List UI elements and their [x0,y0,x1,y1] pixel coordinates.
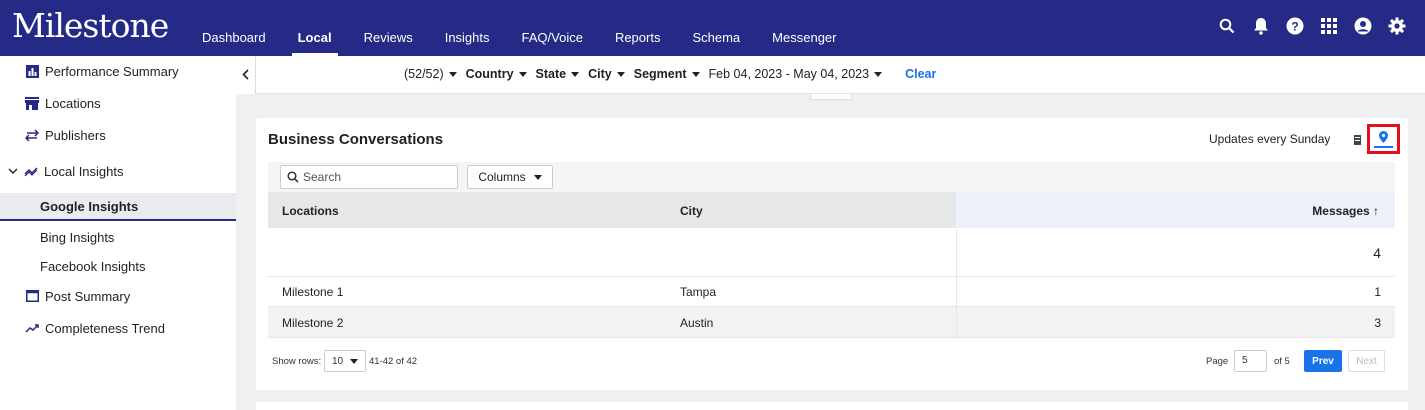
city-cell: Austin [680,316,714,330]
column-header-messages[interactable]: Messages ↑ [1312,204,1379,218]
update-frequency-note: Updates every Sunday [1209,132,1331,146]
sidebar-item-performance-summary[interactable]: Performance Summary [0,57,236,85]
table-toolbar: Search Columns [268,162,1395,192]
row-range: 41-42 of 42 [369,356,418,367]
sidebar-item-label: Post Summary [45,288,131,304]
columns-dropdown[interactable]: Columns [467,165,553,189]
nav-messenger[interactable]: Messenger [756,0,852,56]
location-cell: Milestone 1 [282,285,344,299]
segment-filter[interactable]: Segment [634,67,700,81]
search-input[interactable]: Search [280,165,458,189]
card-title: Business Conversations [268,131,444,148]
locations-filter[interactable]: (52/52) [404,67,457,81]
page-label: Page [1206,356,1229,367]
milestone-logo[interactable]: Milestone [12,6,169,45]
caret-down-icon [874,71,883,77]
sidebar-item-google-insights[interactable]: Google Insights [0,193,236,221]
column-header-locations[interactable]: Locations [282,204,339,218]
next-card [256,402,1408,410]
nav-reviews[interactable]: Reviews [348,0,429,56]
city-cell: Tampa [680,285,717,299]
nav-schema[interactable]: Schema [676,0,756,56]
top-icons: ? [1217,16,1407,36]
messages-cell: 1 [1374,285,1381,299]
messages-cell: 3 [1374,316,1381,330]
insights-trend-icon [24,166,38,177]
caret-down-icon [448,71,457,77]
sidebar-collapse-button[interactable] [236,56,256,94]
state-filter[interactable]: State [536,67,580,81]
caret-down-icon [533,174,542,180]
next-page-button[interactable]: Next [1348,350,1385,372]
sidebar-item-local-insights[interactable]: Local Insights [0,157,236,185]
filter-bar: (52/52) Country State City Segment Feb 0… [256,56,1425,94]
caret-down-icon [518,71,527,77]
page-total: of 5 [1274,356,1290,367]
column-header-city[interactable]: City [680,204,703,218]
store-icon [25,96,39,110]
table-total-row: 4 [268,228,1395,277]
caret-down-icon [571,71,580,77]
sidebar-item-label: Performance Summary [45,63,179,79]
map-view-button[interactable] [1367,124,1400,154]
show-rows-label: Show rows: [272,356,322,367]
filters: (52/52) Country State City Segment Feb 0… [404,67,936,81]
caret-down-icon [691,71,700,77]
sidebar-item-label: Publishers [45,127,106,143]
scroll-tab [810,94,852,100]
nav-local[interactable]: Local [282,0,348,56]
main-nav: Dashboard Local Reviews Insights FAQ/Voi… [186,0,852,56]
total-messages: 4 [1373,245,1381,261]
nav-reports[interactable]: Reports [599,0,677,56]
apps-grid-icon[interactable] [1319,16,1339,36]
bar-chart-icon [25,64,39,78]
map-pin-icon [1379,131,1388,143]
chevron-down-icon [8,168,18,175]
swap-arrows-icon [25,128,39,142]
sidebar-item-post-summary[interactable]: Post Summary [0,282,236,310]
settings-gear-icon[interactable] [1387,16,1407,36]
sidebar: Performance Summary Locations Publishers… [0,56,236,410]
table-row[interactable]: Milestone 1 Tampa 1 [268,277,1395,307]
nav-dashboard[interactable]: Dashboard [186,0,282,56]
caret-down-icon [616,71,625,77]
bell-icon[interactable] [1251,16,1271,36]
search-icon [287,171,299,183]
table-pagination: Show rows: 10 41-42 of 42 Page 5 of 5 Pr… [268,350,1395,376]
table-view-icon[interactable] [1354,132,1364,145]
sidebar-item-label: Completeness Trend [45,320,165,336]
sidebar-item-facebook-insights[interactable]: Facebook Insights [0,252,236,280]
view-toggle [1346,124,1406,154]
sidebar-item-label: Locations [45,95,101,111]
chevron-left-icon [242,67,249,83]
nav-insights[interactable]: Insights [429,0,506,56]
window-icon [25,289,39,303]
account-icon[interactable] [1353,16,1373,36]
sidebar-item-bing-insights[interactable]: Bing Insights [0,223,236,251]
table-row[interactable]: Milestone 2 Austin 3 [268,307,1395,338]
sidebar-item-locations[interactable]: Locations [0,89,236,117]
page-number-input[interactable]: 5 [1234,350,1267,372]
help-icon[interactable]: ? [1285,16,1305,36]
nav-faq-voice[interactable]: FAQ/Voice [506,0,599,56]
caret-down-icon [350,358,359,364]
business-conversations-card: Business Conversations Updates every Sun… [256,118,1408,390]
country-filter[interactable]: Country [466,67,527,81]
top-navigation-bar: Milestone Dashboard Local Reviews Insigh… [0,0,1425,56]
location-cell: Milestone 2 [282,316,344,330]
search-placeholder: Search [303,170,342,184]
sidebar-item-completeness-trend[interactable]: Completeness Trend [0,314,236,342]
city-filter[interactable]: City [588,67,625,81]
sidebar-item-label: Local Insights [44,163,124,179]
active-view-underline [1374,146,1393,148]
trending-up-icon [25,321,39,335]
rows-per-page-select[interactable]: 10 [324,350,366,372]
date-range-filter[interactable]: Feb 04, 2023 - May 04, 2023 [709,67,883,81]
svg-text:?: ? [1291,20,1298,34]
prev-page-button[interactable]: Prev [1304,350,1342,372]
table-header: Locations City Messages ↑ [268,192,1395,228]
sidebar-item-publishers[interactable]: Publishers [0,121,236,149]
clear-filters-link[interactable]: Clear [905,67,936,81]
search-icon[interactable] [1217,16,1237,36]
